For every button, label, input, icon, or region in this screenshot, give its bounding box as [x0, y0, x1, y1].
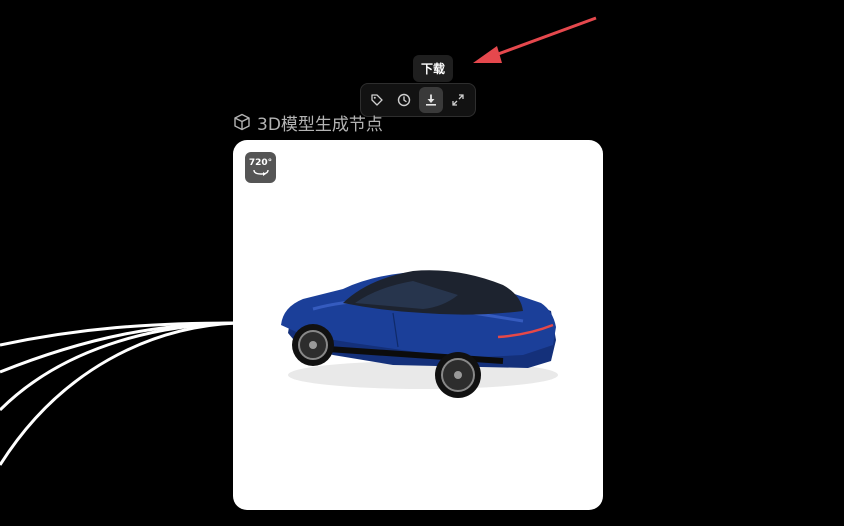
download-tooltip: 下载: [413, 55, 453, 82]
download-icon: [426, 94, 436, 106]
expand-icon: [452, 94, 464, 106]
tag-icon: [371, 94, 383, 106]
cube-icon: [234, 113, 250, 131]
badge-label: 720°: [248, 157, 273, 168]
rotate-720-badge[interactable]: 720°: [245, 152, 276, 183]
clock-icon: [397, 93, 411, 107]
tooltip-text: 下载: [420, 62, 445, 76]
node-title: 3D模型生成节点: [233, 110, 383, 135]
model-preview-card[interactable]: 720°: [233, 140, 603, 510]
expand-button[interactable]: [446, 87, 470, 113]
download-button[interactable]: [419, 87, 443, 113]
node-title-text: 3D模型生成节点: [257, 114, 383, 135]
car-model-image: [281, 270, 558, 398]
rotate-icon: [252, 169, 269, 176]
history-button[interactable]: [392, 87, 416, 113]
